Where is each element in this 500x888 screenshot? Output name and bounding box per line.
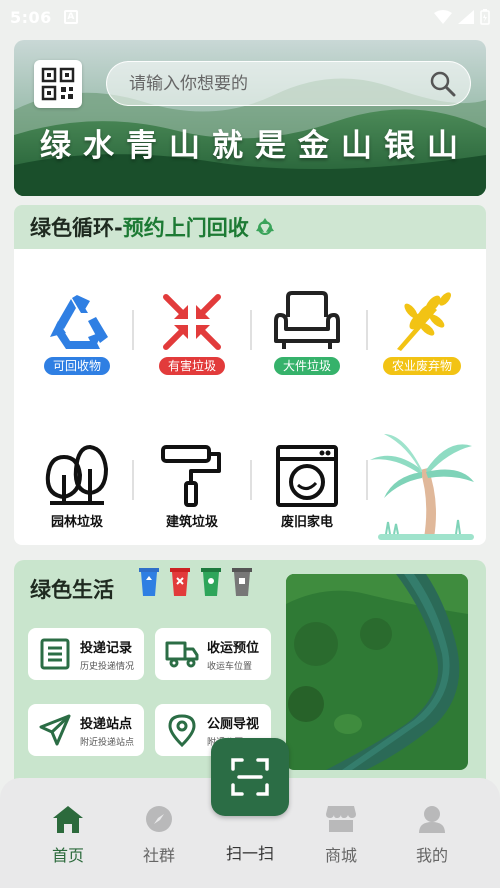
search-bar[interactable]: [106, 61, 471, 106]
sofa-icon: [274, 291, 340, 349]
nav-profile[interactable]: 我的: [392, 804, 472, 866]
category-label: 农业废弃物: [382, 357, 461, 375]
category-appliances[interactable]: 废旧家电: [257, 445, 357, 530]
divider: [250, 310, 252, 350]
green-bin-icon: [201, 568, 221, 596]
scan-label: 扫一扫: [225, 844, 274, 863]
button-title: 公厕导视: [207, 716, 260, 732]
recycle-section: 绿色循环- 预约上门回收 可回收物 有害垃圾 大件垃圾 农业废弃物 园林垃圾 建…: [14, 205, 486, 545]
store-icon: [326, 806, 356, 832]
search-icon[interactable]: [430, 71, 456, 97]
collection-vehicle-button[interactable]: 收运预位 收运车位置: [155, 628, 271, 680]
trees-icon: [45, 445, 108, 505]
category-garden[interactable]: 园林垃圾: [27, 445, 127, 530]
wheat-icon: [397, 292, 451, 351]
button-title: 投递记录: [80, 640, 133, 656]
river-landscape-image: [286, 574, 468, 770]
green-life-title: 绿色生活: [30, 578, 114, 602]
recycle-section-header: 绿色循环- 预约上门回收: [14, 205, 486, 249]
recycle-icon: [50, 295, 108, 349]
drop-off-station-button[interactable]: 投递站点 附近投递站点: [28, 704, 144, 756]
notification-icon: A: [63, 10, 78, 24]
wifi-icon: [434, 10, 452, 24]
red-bin-icon: [170, 568, 190, 596]
scan-icon: [231, 758, 269, 796]
divider: [132, 310, 134, 350]
category-label: 园林垃圾: [50, 515, 103, 530]
trash-bins-illustration: [138, 566, 253, 596]
status-bar: 5:06 A: [0, 0, 500, 34]
truck-icon: [165, 637, 199, 671]
status-time: 5:06: [10, 7, 52, 27]
battery-icon: [480, 9, 490, 25]
category-label: 有害垃圾: [158, 357, 225, 375]
category-label: 可回收物: [43, 357, 110, 375]
category-label: 建筑垃圾: [165, 515, 218, 530]
nav-home[interactable]: 首页: [28, 804, 108, 866]
hazard-arrows-icon: [163, 294, 221, 350]
signal-icon: [458, 10, 474, 24]
nav-label: 我的: [415, 846, 448, 865]
category-bulky[interactable]: 大件垃圾: [257, 291, 357, 375]
nav-label: 社群: [142, 846, 175, 865]
qr-code-button[interactable]: [34, 60, 82, 108]
record-list-icon: [38, 637, 72, 671]
button-subtitle: 历史投递情况: [80, 661, 135, 672]
compass-icon: [146, 806, 172, 832]
button-subtitle: 附近投递站点: [80, 737, 135, 748]
nav-store[interactable]: 商城: [301, 804, 381, 866]
category-agricultural[interactable]: 农业废弃物: [372, 291, 472, 375]
scan-button[interactable]: [211, 738, 289, 816]
hero-banner: 绿水青山就是金山银山: [14, 40, 486, 196]
nav-label: 首页: [51, 846, 84, 865]
button-title: 投递站点: [80, 716, 133, 732]
status-icons: [434, 9, 490, 25]
category-construction[interactable]: 建筑垃圾: [142, 445, 242, 530]
button-title: 收运预位: [207, 640, 260, 656]
recycle-title-part1: 绿色循环-: [30, 216, 123, 240]
location-pin-icon: [165, 713, 199, 747]
blue-bin-icon: [139, 568, 159, 596]
search-input[interactable]: [129, 73, 430, 94]
category-label: 大件垃圾: [273, 357, 340, 375]
nav-community[interactable]: 社群: [119, 804, 199, 866]
delivery-record-button[interactable]: 投递记录 历史投递情况: [28, 628, 144, 680]
washing-machine-icon: [276, 445, 338, 507]
palm-tree-illustration: [370, 434, 474, 540]
paint-roller-icon: [161, 445, 221, 507]
category-recyclable[interactable]: 可回收物: [27, 291, 127, 375]
home-icon: [53, 806, 83, 833]
qr-code-icon: [41, 67, 75, 101]
category-hazardous[interactable]: 有害垃圾: [142, 291, 242, 375]
recycle-cycle-icon: [253, 215, 277, 239]
divider: [250, 460, 252, 500]
user-icon: [419, 806, 445, 833]
gray-bin-icon: [232, 568, 252, 596]
divider: [132, 460, 134, 500]
nav-label: 商城: [324, 846, 357, 865]
divider: [366, 310, 368, 350]
paper-plane-icon: [38, 713, 72, 747]
button-subtitle: 收运车位置: [207, 661, 253, 672]
banner-slogan: 绿水青山就是金山银山: [40, 128, 470, 164]
category-label: 废旧家电: [280, 515, 333, 530]
recycle-title-part2: 预约上门回收: [122, 216, 249, 240]
